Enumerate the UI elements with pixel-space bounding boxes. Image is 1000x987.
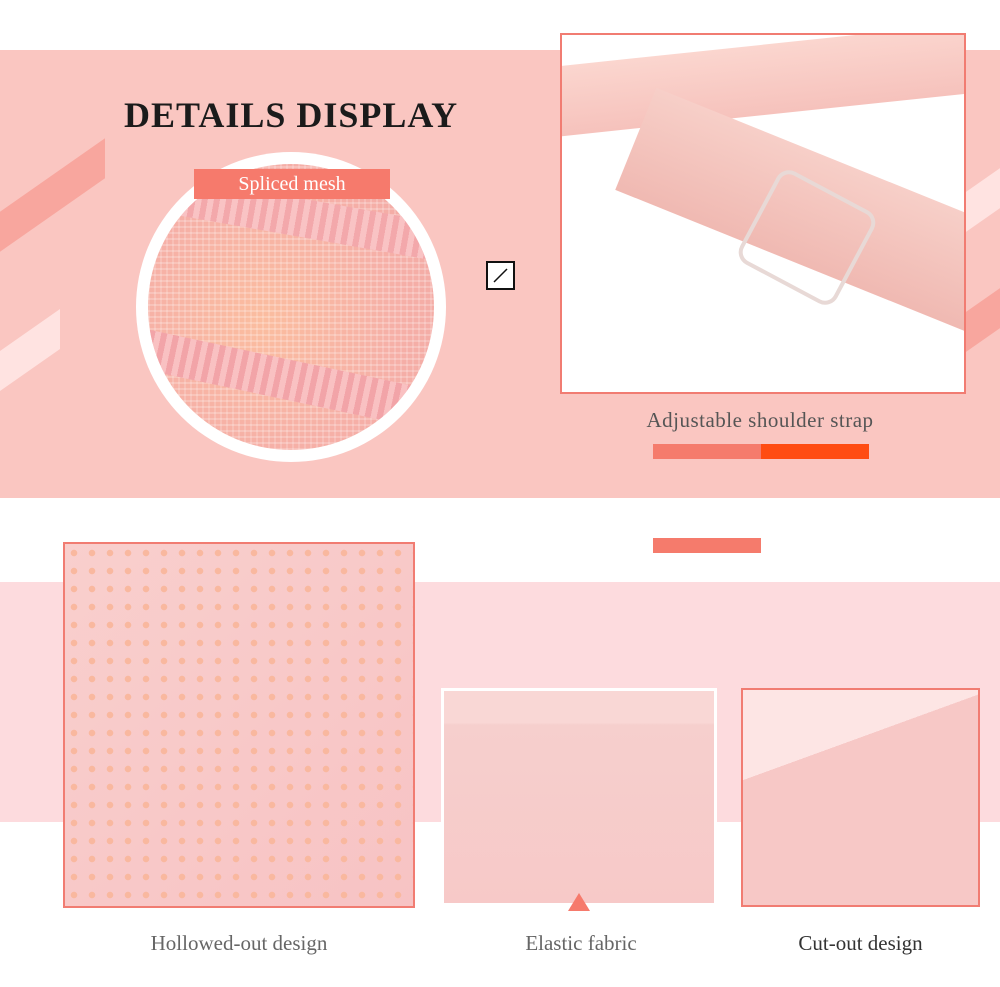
strap-upper [562,35,964,137]
shoulder-strap-caption: Adjustable shoulder strap [646,408,874,432]
mesh-image [148,164,434,450]
accent-bar-left [653,444,761,459]
elastic-fabric-caption: Elastic fabric [525,931,637,955]
perforated-fabric [65,544,413,906]
pointer-triangle-icon [568,893,590,911]
slash-square-icon[interactable] [486,261,515,290]
hollowed-out-caption: Hollowed-out design [150,931,328,955]
mesh-seam [148,324,434,444]
cut-out-caption: Cut-out design [798,931,923,955]
elastic-fabric-photo [441,688,717,906]
cut-out-photo [741,688,980,907]
spliced-mesh-label: Spliced mesh [194,169,390,199]
page-title: DETAILS DISPLAY [124,95,459,135]
accent-bar-lower [653,538,761,553]
hollowed-out-photo [63,542,415,908]
accent-bar-right [761,444,869,459]
shoulder-strap-photo [560,33,966,394]
slash-square-icon-glyph [493,268,508,283]
